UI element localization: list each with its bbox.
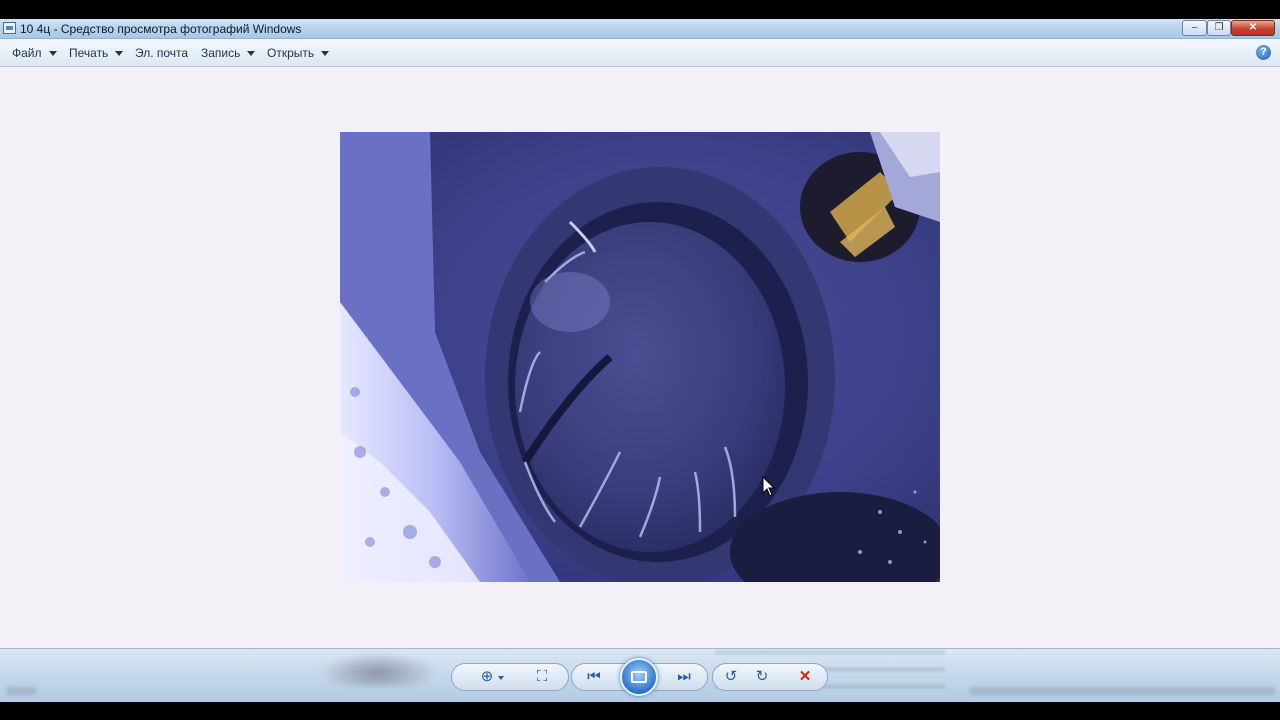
menu-open[interactable]: Открыть: [267, 46, 330, 60]
minimize-button[interactable]: –: [1182, 20, 1207, 36]
help-icon[interactable]: ?: [1256, 45, 1271, 60]
rotate-right-icon[interactable]: ↻: [751, 667, 773, 687]
menu-file[interactable]: Файл: [12, 46, 57, 60]
menu-burn[interactable]: Запись: [201, 46, 256, 60]
zoom-icon[interactable]: ⊕: [476, 667, 498, 687]
bottom-toolbar: ⊕ ⛶ ⏮ ⏭ ↺ ↻ ✕: [0, 648, 1280, 702]
close-button[interactable]: ✕: [1231, 20, 1275, 36]
background-thumbnail: [318, 651, 438, 687]
next-icon[interactable]: ⏭: [673, 667, 695, 687]
chevron-down-icon: [115, 51, 124, 57]
window-title: 10 4ц - Средство просмотра фотографий Wi…: [20, 22, 302, 36]
delete-icon[interactable]: ✕: [794, 667, 816, 687]
slideshow-button[interactable]: [620, 658, 658, 696]
status-text: [970, 687, 1275, 695]
menu-email[interactable]: Эл. почта: [135, 46, 188, 60]
mouse-cursor-icon: [762, 476, 776, 497]
menu-bar: Файл Печать Эл. почта Запись Открыть ?: [0, 39, 1280, 67]
photo-viewer-icon: [3, 22, 16, 34]
previous-icon[interactable]: ⏮: [583, 667, 605, 687]
displayed-photo: [340, 132, 940, 582]
maximize-button[interactable]: ❐: [1207, 20, 1231, 36]
chevron-down-icon: [321, 51, 330, 57]
zoom-dropdown-icon[interactable]: [498, 676, 504, 680]
rotate-left-icon[interactable]: ↺: [720, 667, 742, 687]
status-text: [6, 687, 36, 695]
title-bar: 10 4ц - Средство просмотра фотографий Wi…: [0, 19, 1280, 39]
slideshow-icon: [631, 671, 647, 683]
chevron-down-icon: [247, 51, 256, 57]
actual-size-icon[interactable]: ⛶: [531, 667, 553, 687]
chevron-down-icon: [48, 51, 57, 57]
menu-print[interactable]: Печать: [69, 46, 124, 60]
